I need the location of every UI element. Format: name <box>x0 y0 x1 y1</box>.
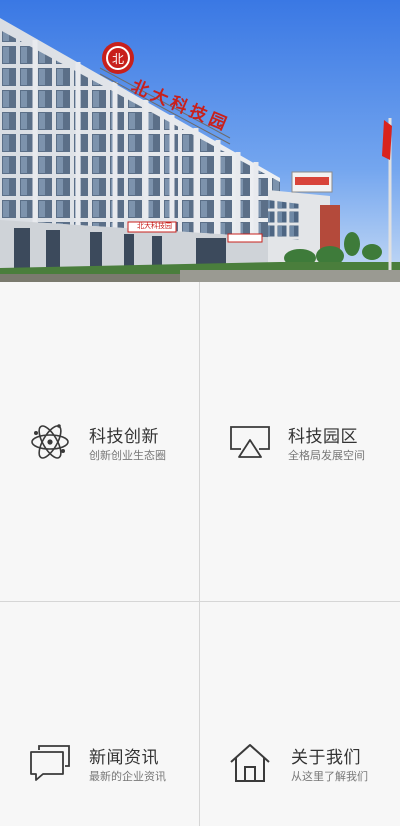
atom-icon <box>28 420 72 464</box>
tile-subtitle: 全格局发展空间 <box>288 449 365 462</box>
tile-subtitle: 从这里了解我们 <box>291 770 368 783</box>
tile-title: 新闻资讯 <box>89 748 159 768</box>
tile-subtitle: 创新创业生态圈 <box>89 449 166 462</box>
entrance-sign-text: 北大科技园 <box>137 222 172 230</box>
hero-banner: 北 北大科技园 北大科技园 <box>0 0 400 282</box>
home-icon <box>228 741 272 785</box>
menu-grid: 科技创新 创新创业生态圈 科技园区 全格局发展空间 新闻资讯 最新的企业资讯 关… <box>0 282 400 826</box>
svg-text:北: 北 <box>112 52 124 66</box>
tile-about-us[interactable]: 关于我们 从这里了解我们 <box>200 602 399 826</box>
tile-title: 科技园区 <box>288 427 358 447</box>
tile-tech-park[interactable]: 科技园区 全格局发展空间 <box>200 282 399 601</box>
tile-subtitle: 最新的企业资讯 <box>89 770 166 783</box>
tile-title: 关于我们 <box>291 748 361 768</box>
tile-tech-innovation[interactable]: 科技创新 创新创业生态圈 <box>0 282 199 601</box>
tile-news[interactable]: 新闻资讯 最新的企业资讯 <box>0 602 199 826</box>
screen-icon <box>228 420 272 464</box>
tile-title: 科技创新 <box>89 427 159 447</box>
building-photo: 北 <box>0 0 400 282</box>
chat-bubbles-icon <box>28 741 72 785</box>
